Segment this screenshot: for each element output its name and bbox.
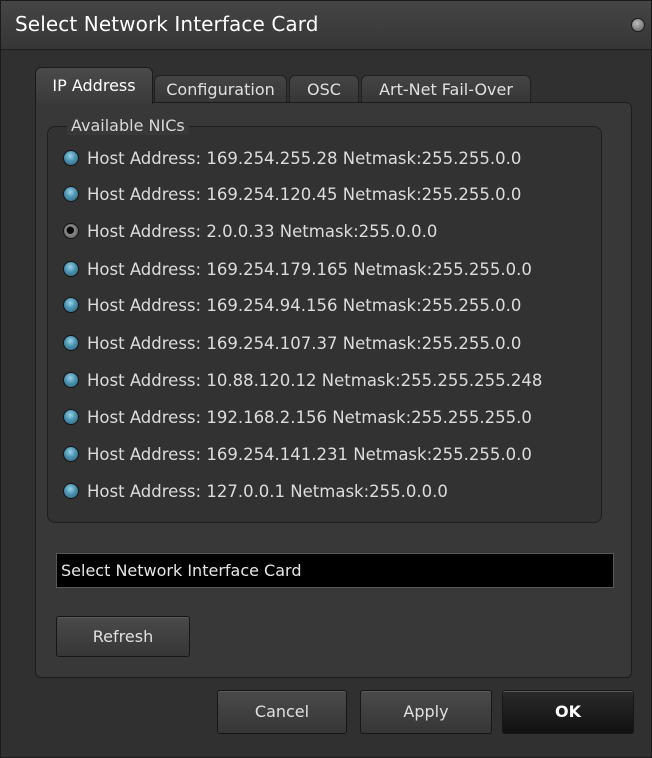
apply-button[interactable]: Apply xyxy=(360,690,492,734)
ip-address-panel: Available NICs Host Address: 169.254.255… xyxy=(35,102,632,678)
radio-button-icon[interactable] xyxy=(63,372,79,388)
nic-option[interactable]: Host Address: 169.254.120.45 Netmask:255… xyxy=(63,181,521,207)
radio-button-icon[interactable] xyxy=(63,150,79,166)
window-control-icon[interactable] xyxy=(631,18,645,32)
nic-dialog: Select Network Interface Card IP Address… xyxy=(0,0,652,758)
nic-option-label: Host Address: 169.254.179.165 Netmask:25… xyxy=(87,259,532,279)
radio-button-icon[interactable] xyxy=(63,335,79,351)
status-field: Select Network Interface Card xyxy=(56,553,614,588)
nic-option[interactable]: Host Address: 192.168.2.156 Netmask:255.… xyxy=(63,404,532,430)
nic-option-label: Host Address: 10.88.120.12 Netmask:255.2… xyxy=(87,370,543,390)
nic-option[interactable]: Host Address: 10.88.120.12 Netmask:255.2… xyxy=(63,367,542,393)
nic-option[interactable]: Host Address: 169.254.141.231 Netmask:25… xyxy=(63,441,532,467)
radio-button-icon[interactable] xyxy=(63,186,79,202)
tab-ip-address[interactable]: IP Address xyxy=(35,67,153,104)
nic-option-label: Host Address: 192.168.2.156 Netmask:255.… xyxy=(87,407,532,427)
radio-button-icon[interactable] xyxy=(63,483,79,499)
tab-configuration[interactable]: Configuration xyxy=(154,75,287,103)
radio-button-icon[interactable] xyxy=(63,297,79,313)
cancel-button[interactable]: Cancel xyxy=(217,690,347,734)
title-bar[interactable]: Select Network Interface Card xyxy=(1,1,651,50)
nic-option[interactable]: Host Address: 169.254.94.156 Netmask:255… xyxy=(63,292,521,318)
nic-option[interactable]: Host Address: 169.254.179.165 Netmask:25… xyxy=(63,256,532,282)
nic-option-label: Host Address: 127.0.0.1 Netmask:255.0.0.… xyxy=(87,481,448,501)
nic-option-label: Host Address: 169.254.141.231 Netmask:25… xyxy=(87,444,532,464)
nic-option[interactable]: Host Address: 169.254.255.28 Netmask:255… xyxy=(63,145,521,171)
radio-button-icon[interactable] xyxy=(63,261,79,277)
radio-button-selected-icon[interactable] xyxy=(63,223,79,239)
available-nics-label: Available NICs xyxy=(67,116,189,135)
window-title: Select Network Interface Card xyxy=(15,12,319,36)
nic-option-label: Host Address: 169.254.94.156 Netmask:255… xyxy=(87,295,522,315)
nic-option-label: Host Address: 169.254.107.37 Netmask:255… xyxy=(87,333,522,353)
nic-option[interactable]: Host Address: 2.0.0.33 Netmask:255.0.0.0 xyxy=(63,218,437,244)
refresh-button[interactable]: Refresh xyxy=(56,616,190,657)
tab-art-net-fail-over[interactable]: Art-Net Fail-Over xyxy=(361,75,531,103)
ok-button[interactable]: OK xyxy=(502,690,634,734)
nic-option-label: Host Address: 169.254.255.28 Netmask:255… xyxy=(87,148,522,168)
radio-button-icon[interactable] xyxy=(63,446,79,462)
nic-option[interactable]: Host Address: 169.254.107.37 Netmask:255… xyxy=(63,330,521,356)
tab-osc[interactable]: OSC xyxy=(289,75,359,103)
available-nics-group: Host Address: 169.254.255.28 Netmask:255… xyxy=(47,126,602,523)
nic-option[interactable]: Host Address: 127.0.0.1 Netmask:255.0.0.… xyxy=(63,478,448,504)
nic-option-label: Host Address: 2.0.0.33 Netmask:255.0.0.0 xyxy=(87,221,438,241)
radio-button-icon[interactable] xyxy=(63,409,79,425)
nic-option-label: Host Address: 169.254.120.45 Netmask:255… xyxy=(87,184,522,204)
